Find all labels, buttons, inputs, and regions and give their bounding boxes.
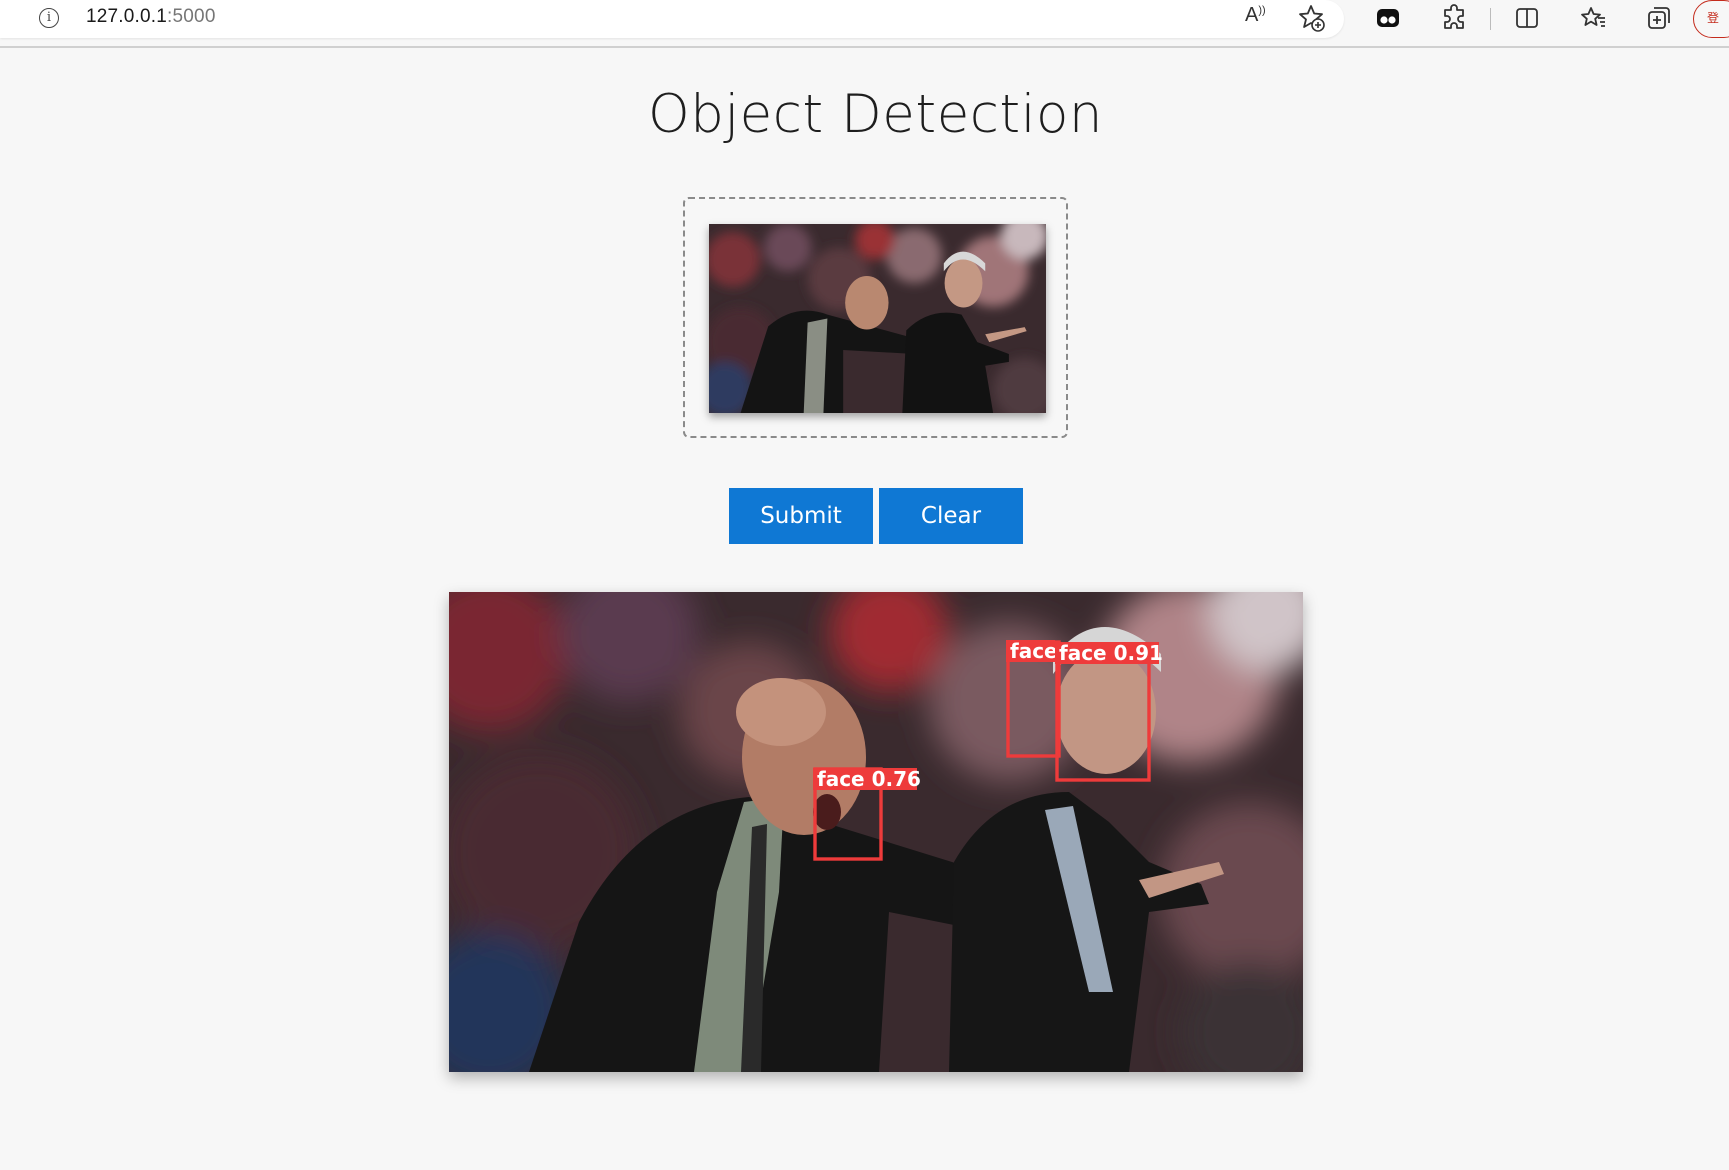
detection-result-image: face 0.76 face face 0.91 bbox=[449, 592, 1303, 1072]
profile-glyph: 登 bbox=[1707, 11, 1720, 25]
split-screen-icon[interactable] bbox=[1513, 4, 1541, 32]
uploaded-image-preview bbox=[709, 224, 1046, 413]
profile-button[interactable]: 登 bbox=[1693, 0, 1729, 38]
url-host: 127.0.0.1 bbox=[86, 6, 168, 27]
toolbar-divider bbox=[1490, 8, 1491, 30]
read-aloud-glyph: A bbox=[1245, 4, 1259, 26]
page-title: Object Detection bbox=[648, 84, 1103, 145]
preview-photo bbox=[709, 224, 1046, 413]
detection-label: face 0.91 bbox=[1059, 641, 1163, 665]
clear-button[interactable]: Clear bbox=[879, 488, 1023, 544]
browser-toolbar: i 127.0.0.1:5000 A)) 登 bbox=[0, 0, 1729, 48]
tab-actions-icon[interactable] bbox=[1374, 4, 1402, 32]
address-bar[interactable]: i 127.0.0.1:5000 A)) bbox=[0, 0, 1344, 38]
favorites-icon[interactable] bbox=[1579, 4, 1607, 32]
url-text[interactable]: 127.0.0.1:5000 bbox=[86, 6, 216, 28]
site-info-icon[interactable]: i bbox=[39, 8, 59, 28]
image-upload-dropzone[interactable] bbox=[683, 197, 1068, 438]
detection-label: face 0.76 bbox=[817, 767, 921, 791]
result-photo: face 0.76 face face 0.91 bbox=[449, 592, 1303, 1072]
url-port: :5000 bbox=[167, 6, 216, 27]
add-favorite-icon[interactable] bbox=[1296, 3, 1326, 33]
extensions-icon[interactable] bbox=[1440, 4, 1468, 32]
collections-icon[interactable] bbox=[1645, 4, 1673, 32]
detection-label: face bbox=[1010, 639, 1058, 663]
read-aloud-icon[interactable]: A)) bbox=[1245, 4, 1266, 27]
submit-button[interactable]: Submit bbox=[729, 488, 873, 544]
